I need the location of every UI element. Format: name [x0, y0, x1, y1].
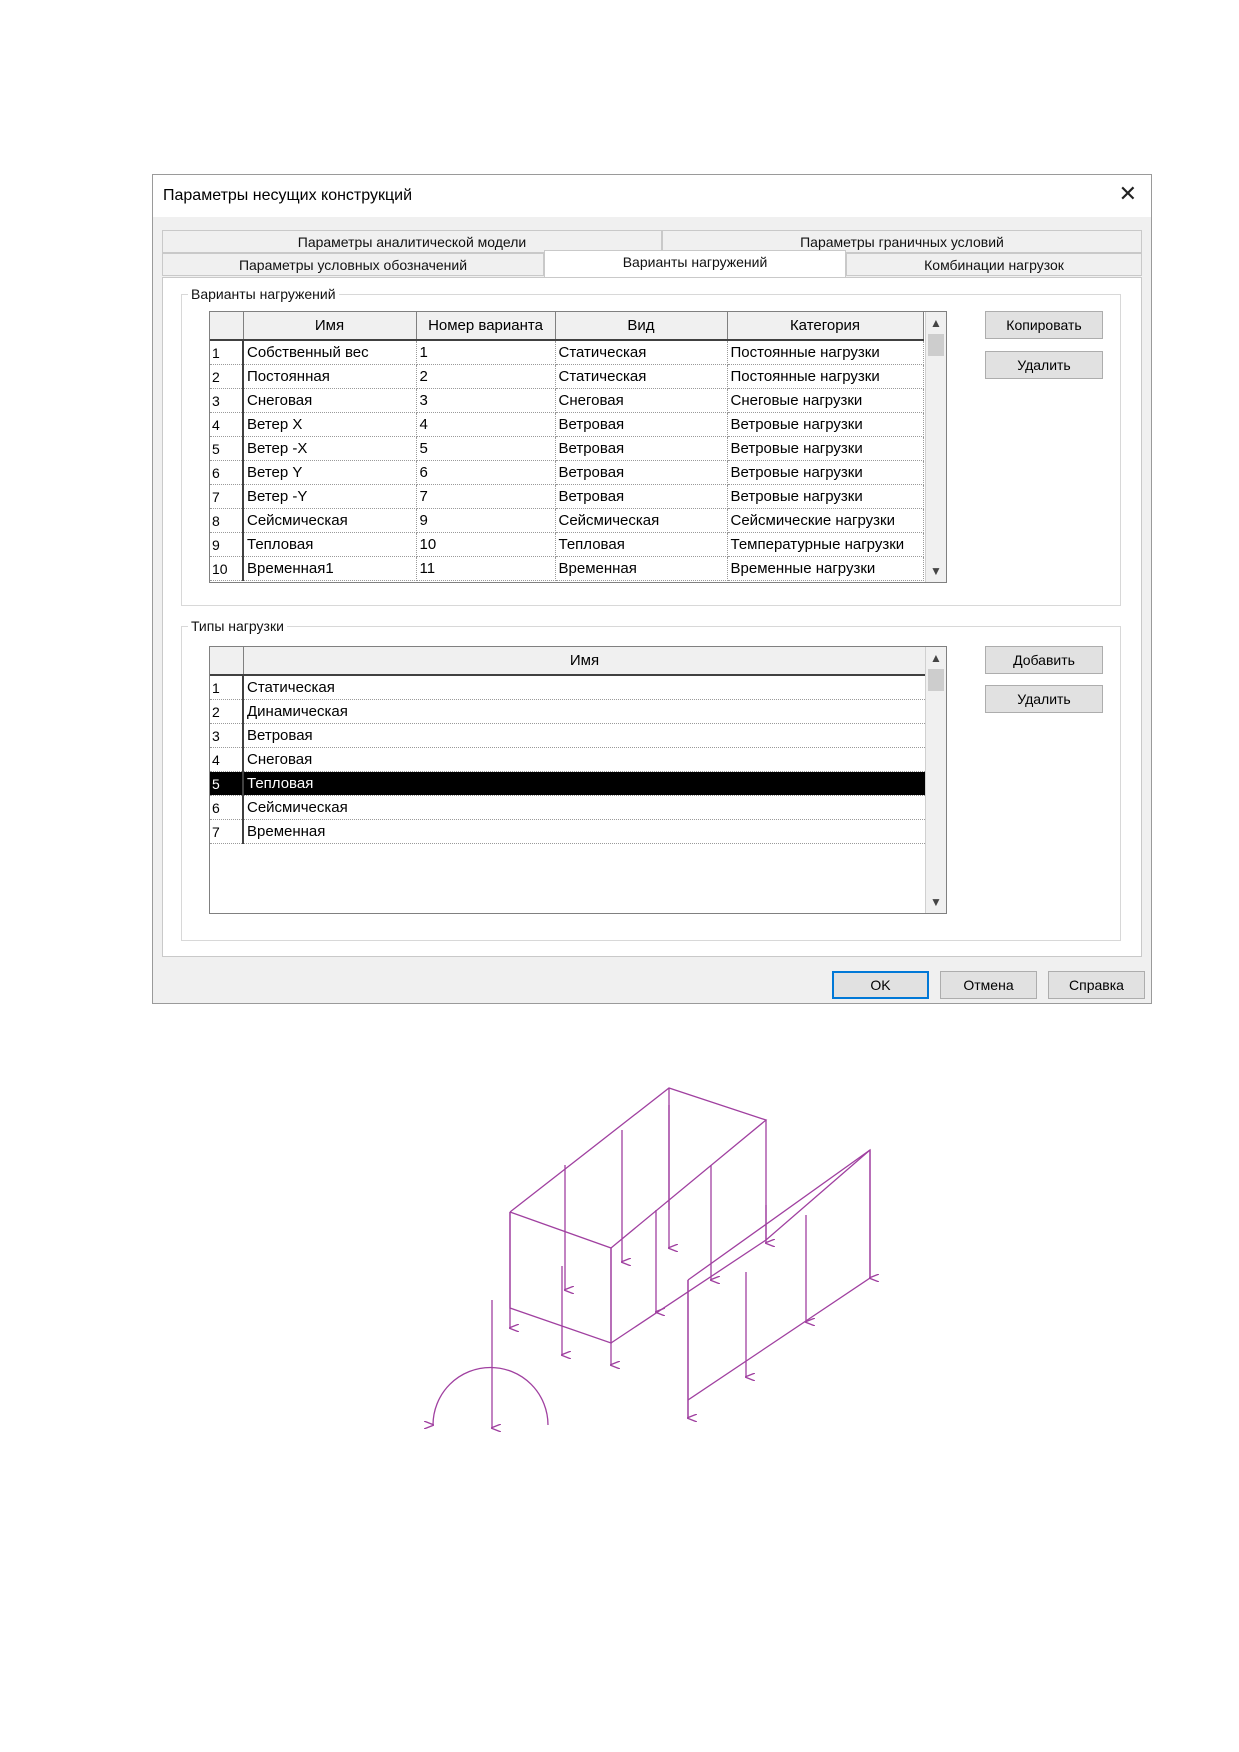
- load-arrows: [492, 1105, 870, 1428]
- moment-symbol: [433, 1366, 549, 1426]
- structural-load-diagram: [0, 1087, 1239, 1752]
- frame-lines: [509, 1087, 871, 1418]
